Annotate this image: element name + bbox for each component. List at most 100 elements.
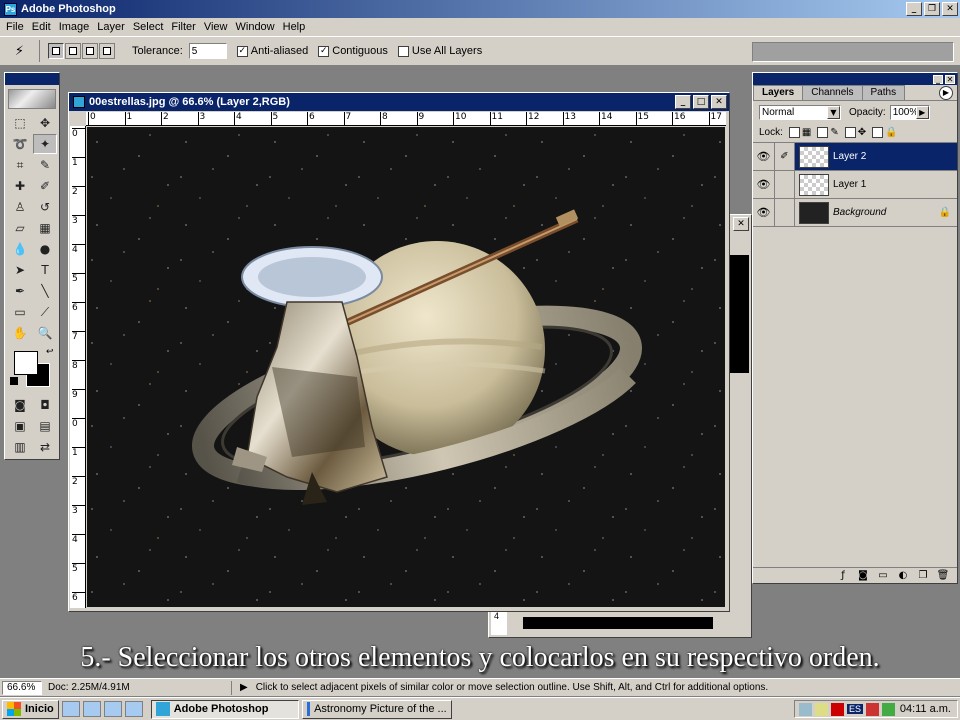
minimize-button[interactable]: _	[906, 2, 922, 16]
use-all-layers-checkbox[interactable]	[397, 45, 409, 57]
menu-select[interactable]: Select	[129, 21, 168, 33]
type-tool-icon[interactable]: T	[33, 260, 57, 280]
magic-wand-icon[interactable]: ⚡	[15, 44, 24, 59]
clone-stamp-icon[interactable]: ♙	[8, 197, 32, 217]
layer-style-icon[interactable]: ƒ	[833, 570, 853, 581]
subtract-selection-button[interactable]	[82, 43, 98, 59]
horizontal-ruler[interactable]: 0 1 2 3 4 5 6 7 8 9 10 11 12 13 14 15 16 17	[86, 112, 726, 126]
menu-filter[interactable]: Filter	[167, 21, 199, 33]
notes-tool-icon[interactable]: ▭	[8, 302, 32, 322]
task-browser[interactable]: Astronomy Picture of the ...	[301, 699, 452, 719]
pen-tool-icon[interactable]: ✒	[8, 281, 32, 301]
desktop-icon[interactable]	[103, 701, 122, 717]
eyedropper-tool-icon[interactable]: ⟋	[33, 302, 57, 322]
blend-mode-select[interactable]: Normal ▼	[759, 104, 841, 120]
new-selection-button[interactable]	[48, 43, 64, 59]
doc-minimize-button[interactable]: _	[675, 95, 691, 109]
layers-palette-header[interactable]: _ ✕	[753, 73, 957, 85]
tab-channels[interactable]: Channels	[802, 85, 863, 100]
eye-icon[interactable]: 👁	[753, 199, 775, 226]
chevron-down-icon[interactable]: ▼	[827, 105, 840, 119]
trash-icon[interactable]: 🗑	[933, 570, 953, 581]
lock-image-checkbox[interactable]	[817, 127, 829, 138]
add-selection-button[interactable]	[65, 43, 81, 59]
gradient-tool-icon[interactable]: ▦	[33, 218, 57, 238]
outlook-icon[interactable]	[82, 701, 101, 717]
lasso-tool-icon[interactable]: ➰	[8, 134, 32, 154]
palette-minimize-button[interactable]: _	[933, 74, 943, 84]
history-brush-icon[interactable]: ↺	[33, 197, 57, 217]
language-indicator[interactable]: ES	[847, 704, 864, 714]
brush-tool-icon[interactable]: ✐	[33, 176, 57, 196]
menu-file[interactable]: File	[2, 21, 28, 33]
layer-row-layer-1[interactable]: 👁 Layer 1	[753, 171, 957, 199]
doc-maximize-button[interactable]: □	[693, 95, 709, 109]
doc-close-button[interactable]: ✕	[711, 95, 727, 109]
layer-mask-icon[interactable]: ◙	[853, 570, 873, 581]
palette-close-button[interactable]: ✕	[945, 74, 955, 84]
adjustment-layer-icon[interactable]: ◐	[893, 570, 913, 581]
menu-edit[interactable]: Edit	[28, 21, 55, 33]
network-icon[interactable]	[799, 702, 812, 716]
photoshop-logo[interactable]	[8, 89, 56, 109]
menu-view[interactable]: View	[200, 21, 232, 33]
close-button[interactable]: ✕	[942, 2, 958, 16]
healing-brush-icon[interactable]: ✚	[8, 176, 32, 196]
messenger-icon[interactable]	[882, 702, 896, 716]
slice-tool-icon[interactable]: ✎	[33, 155, 57, 175]
jump-to-imageready-icon[interactable]: ⇄	[33, 437, 57, 457]
lock-position-checkbox[interactable]	[844, 127, 856, 138]
lock-transparency-checkbox[interactable]	[788, 127, 800, 138]
zoom-tool-icon[interactable]: 🔍	[33, 323, 57, 343]
swap-colors-icon[interactable]: ↩	[46, 347, 54, 357]
move-tool-icon[interactable]: ✥	[33, 113, 57, 133]
zoom-field[interactable]: 66.6%	[2, 680, 42, 695]
menu-window[interactable]: Window	[232, 21, 279, 33]
palette-well[interactable]	[752, 42, 954, 62]
standard-screen-icon[interactable]: ▣	[8, 416, 32, 436]
restore-button[interactable]: ❐	[924, 2, 940, 16]
doc-size[interactable]: Doc: 2.25M/4.91M	[42, 680, 232, 695]
status-menu-icon[interactable]: ▶	[240, 682, 248, 693]
document-title-bar[interactable]: 00estrellas.jpg @ 66.6% (Layer 2,RGB) _ …	[69, 93, 729, 111]
full-screen-icon[interactable]: ▥	[8, 437, 32, 457]
layer-row-layer-2[interactable]: 👁 ✐ Layer 2	[753, 143, 957, 171]
tab-paths[interactable]: Paths	[861, 85, 906, 100]
full-screen-menu-icon[interactable]: ▤	[33, 416, 57, 436]
quick-mask-icon[interactable]: ◘	[33, 395, 57, 415]
menu-help[interactable]: Help	[279, 21, 310, 33]
media-icon[interactable]	[124, 701, 143, 717]
magic-wand-tool-icon[interactable]: ✦	[33, 134, 57, 154]
back-window-close-button[interactable]: ✕	[733, 217, 749, 231]
lock-all-checkbox[interactable]	[872, 127, 884, 138]
eye-icon[interactable]: 👁	[753, 171, 775, 198]
line-tool-icon[interactable]: ╲	[33, 281, 57, 301]
image-canvas[interactable]	[87, 127, 725, 607]
volume-icon[interactable]	[815, 702, 828, 716]
chevron-right-icon[interactable]: ▶	[915, 105, 929, 119]
opacity-field[interactable]: 100% ▶	[889, 104, 930, 120]
hand-tool-icon[interactable]: ✋	[8, 323, 32, 343]
link-slot[interactable]	[775, 199, 795, 226]
contiguous-checkbox[interactable]: ✓	[318, 45, 330, 57]
tolerance-input[interactable]	[188, 43, 227, 59]
intersect-selection-button[interactable]	[99, 43, 115, 59]
task-photoshop[interactable]: Adobe Photoshop	[150, 699, 299, 719]
eye-icon[interactable]: 👁	[753, 143, 775, 170]
tab-layers[interactable]: Layers	[753, 85, 804, 100]
foreground-color[interactable]	[14, 351, 38, 375]
eraser-tool-icon[interactable]: ▱	[8, 218, 32, 238]
marquee-tool-icon[interactable]: ⬚	[8, 113, 32, 133]
menu-image[interactable]: Image	[55, 21, 94, 33]
standard-mode-icon[interactable]: ◙	[8, 395, 32, 415]
menu-layer[interactable]: Layer	[93, 21, 129, 33]
path-select-icon[interactable]: ➤	[8, 260, 32, 280]
toolbox-header[interactable]	[5, 73, 59, 85]
antivirus-icon[interactable]	[866, 702, 880, 716]
adobe-icon[interactable]	[831, 702, 844, 716]
default-colors-icon[interactable]	[10, 377, 18, 385]
start-button[interactable]: Inicio	[2, 699, 59, 719]
dodge-tool-icon[interactable]: ●	[33, 239, 57, 259]
blur-tool-icon[interactable]: 💧	[8, 239, 32, 259]
crop-tool-icon[interactable]: ⌗	[8, 155, 32, 175]
